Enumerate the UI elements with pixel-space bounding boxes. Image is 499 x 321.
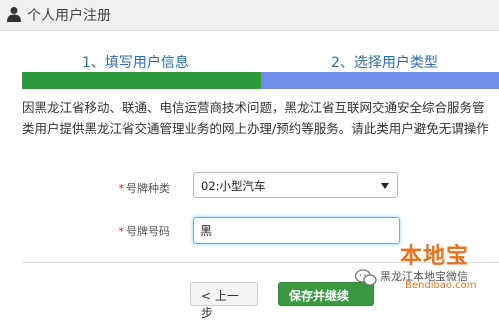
bendibao-watermark: 本地宝 黑龙江本地宝微信 Bendibao.com — [355, 236, 499, 295]
plate-number-label: * 号牌号码 — [100, 223, 171, 239]
plate-type-label-text: 号牌种类 — [126, 182, 170, 195]
prev-step-button[interactable]: < 上一步 — [190, 282, 258, 320]
watermark-brand: 本地宝 — [400, 244, 470, 269]
user-icon — [7, 7, 21, 22]
plate-number-label-text: 号牌号码 — [126, 225, 170, 238]
step-progress-bar — [22, 72, 499, 89]
plate-type-select[interactable]: 02:小型汽车 — [193, 172, 398, 198]
step-progress-fill — [22, 72, 261, 89]
page-title: 个人用户注册 — [27, 8, 111, 24]
required-mark: * — [118, 225, 125, 238]
step-2-label: 2、选择用户类型 — [331, 55, 438, 71]
watermark-url: Bendibao.com — [405, 280, 477, 291]
step-1-label: 1、填写用户信息 — [82, 55, 189, 71]
wechat-icon — [355, 269, 377, 286]
plate-type-label: * 号牌种类 — [100, 180, 171, 196]
notice-line: 因黑龙江省移动、联通、电信运营商技术问题，黑龙江省互联网交通安全综合服务管 — [22, 100, 485, 115]
notice-line: 类用户提供黑龙江省交通管理业务的网上办理/预约等服务。请此类用户避免无谓操作 — [22, 121, 489, 136]
dropdown-arrow-icon — [381, 183, 389, 189]
page-header: 个人用户注册 — [0, 0, 499, 31]
required-mark: * — [118, 182, 125, 195]
notice-text: 因黑龙江省移动、联通、电信运营商技术问题，黑龙江省互联网交通安全综合服务管 类用… — [22, 97, 499, 139]
plate-type-value: 02:小型汽车 — [201, 179, 266, 193]
